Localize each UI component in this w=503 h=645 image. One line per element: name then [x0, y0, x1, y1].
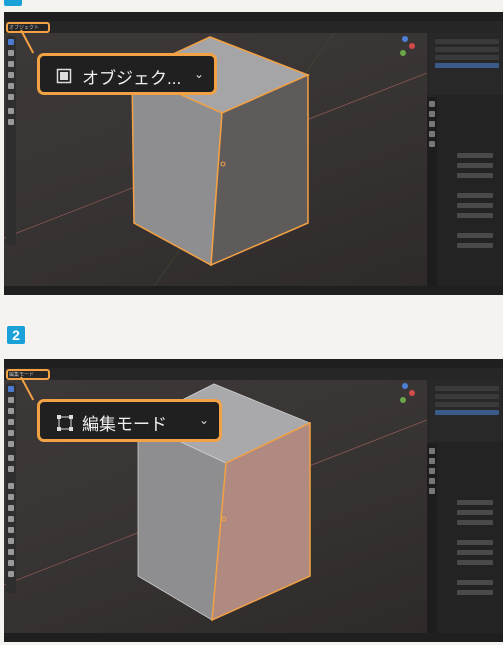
prop-field[interactable]: [457, 540, 493, 545]
chevron-down-icon: ⌄: [198, 413, 209, 427]
tool-shelf: [6, 383, 16, 593]
status-bar: [4, 286, 503, 295]
prop-tab-icon[interactable]: [429, 111, 435, 117]
transform-tool-icon[interactable]: [8, 94, 14, 100]
gizmo-y-icon[interactable]: [400, 397, 406, 403]
prop-tab-icon[interactable]: [429, 121, 435, 127]
measure-tool-icon[interactable]: [8, 119, 14, 125]
outliner-row[interactable]: [435, 394, 499, 399]
scale-tool-icon[interactable]: [8, 430, 14, 436]
transform-tool-icon[interactable]: [8, 441, 14, 447]
gizmo-y-icon[interactable]: [400, 50, 406, 56]
measure-tool-icon[interactable]: [8, 466, 14, 472]
edit-mode-icon: [57, 415, 73, 431]
scale-tool-icon[interactable]: [8, 83, 14, 89]
prop-field[interactable]: [457, 193, 493, 198]
annotate-tool-icon[interactable]: [8, 455, 14, 461]
gizmo-z-icon[interactable]: [402, 383, 408, 389]
outliner-row-selected[interactable]: [435, 63, 499, 68]
prop-field[interactable]: [457, 590, 493, 595]
mode-selector-highlight: [6, 22, 50, 33]
annotate-tool-icon[interactable]: [8, 108, 14, 114]
cursor-tool-icon[interactable]: [8, 50, 14, 56]
step-2-screenshot: 編集モード 編集モード ⌄: [4, 359, 503, 642]
outliner-row-selected[interactable]: [435, 410, 499, 415]
gizmo-x-icon[interactable]: [409, 390, 415, 396]
prop-field[interactable]: [457, 510, 493, 515]
move-tool-icon[interactable]: [8, 61, 14, 67]
mode-callout-zoom[interactable]: 編集モード ⌄: [37, 399, 222, 442]
outliner-row[interactable]: [435, 386, 499, 391]
rotate-tool-icon[interactable]: [8, 419, 14, 425]
prop-field[interactable]: [457, 153, 493, 158]
outliner-row[interactable]: [435, 47, 499, 52]
prop-tab-icon[interactable]: [429, 478, 435, 484]
outliner-row[interactable]: [435, 39, 499, 44]
smooth-tool-icon[interactable]: [8, 560, 14, 566]
prop-tab-icon[interactable]: [429, 131, 435, 137]
step-2-badge: 2: [7, 326, 25, 344]
viewport-header: オブジェクト: [4, 21, 503, 33]
prop-field[interactable]: [457, 580, 493, 585]
cursor-tool-icon[interactable]: [8, 397, 14, 403]
prop-field[interactable]: [457, 173, 493, 178]
bevel-tool-icon[interactable]: [8, 505, 14, 511]
inset-tool-icon[interactable]: [8, 494, 14, 500]
right-side-panel: [427, 33, 503, 286]
prop-tab-icon[interactable]: [429, 101, 435, 107]
select-tool-icon[interactable]: [8, 386, 14, 392]
chevron-down-icon: ⌄: [193, 67, 204, 81]
tool-shelf: [6, 36, 16, 246]
prop-tab-icon[interactable]: [429, 141, 435, 147]
prop-field[interactable]: [457, 203, 493, 208]
prop-tab-icon[interactable]: [429, 448, 435, 454]
knife-tool-icon[interactable]: [8, 527, 14, 533]
outliner-row[interactable]: [435, 55, 499, 60]
viewport-header: 編集モード: [4, 368, 503, 380]
properties-tabs: [427, 444, 437, 633]
prop-field[interactable]: [457, 163, 493, 168]
mode-dropdown-label: 編集モード: [82, 415, 167, 434]
prop-tab-icon[interactable]: [429, 458, 435, 464]
prop-field[interactable]: [457, 520, 493, 525]
properties-tabs: [427, 97, 437, 286]
prop-field[interactable]: [457, 233, 493, 238]
mode-callout-zoom[interactable]: オブジェク... ⌄: [37, 53, 217, 95]
status-bar: [4, 633, 503, 642]
outliner-row[interactable]: [435, 402, 499, 407]
object-mode-icon: [56, 68, 72, 84]
mode-selector-highlight: [6, 369, 50, 380]
top-menubar: [4, 12, 503, 21]
step-1-badge: [4, 0, 22, 6]
spin-tool-icon[interactable]: [8, 549, 14, 555]
top-menubar: [4, 359, 503, 368]
loopcut-tool-icon[interactable]: [8, 516, 14, 522]
prop-tab-icon[interactable]: [429, 488, 435, 494]
prop-tab-icon[interactable]: [429, 468, 435, 474]
gizmo-z-icon[interactable]: [402, 36, 408, 42]
prop-field[interactable]: [457, 500, 493, 505]
mode-dropdown-label: オブジェク...: [82, 69, 182, 88]
move-tool-icon[interactable]: [8, 408, 14, 414]
shear-tool-icon[interactable]: [8, 571, 14, 577]
extrude-tool-icon[interactable]: [8, 483, 14, 489]
polybuild-tool-icon[interactable]: [8, 538, 14, 544]
prop-field[interactable]: [457, 213, 493, 218]
prop-field[interactable]: [457, 560, 493, 565]
prop-field[interactable]: [457, 243, 493, 248]
step-1-screenshot: オブジェクト オブジェク... ⌄: [4, 12, 503, 295]
outliner: [427, 380, 503, 442]
select-tool-icon[interactable]: [8, 39, 14, 45]
rotate-tool-icon[interactable]: [8, 72, 14, 78]
right-side-panel: [427, 380, 503, 633]
gizmo-x-icon[interactable]: [409, 43, 415, 49]
prop-field[interactable]: [457, 550, 493, 555]
outliner: [427, 33, 503, 95]
